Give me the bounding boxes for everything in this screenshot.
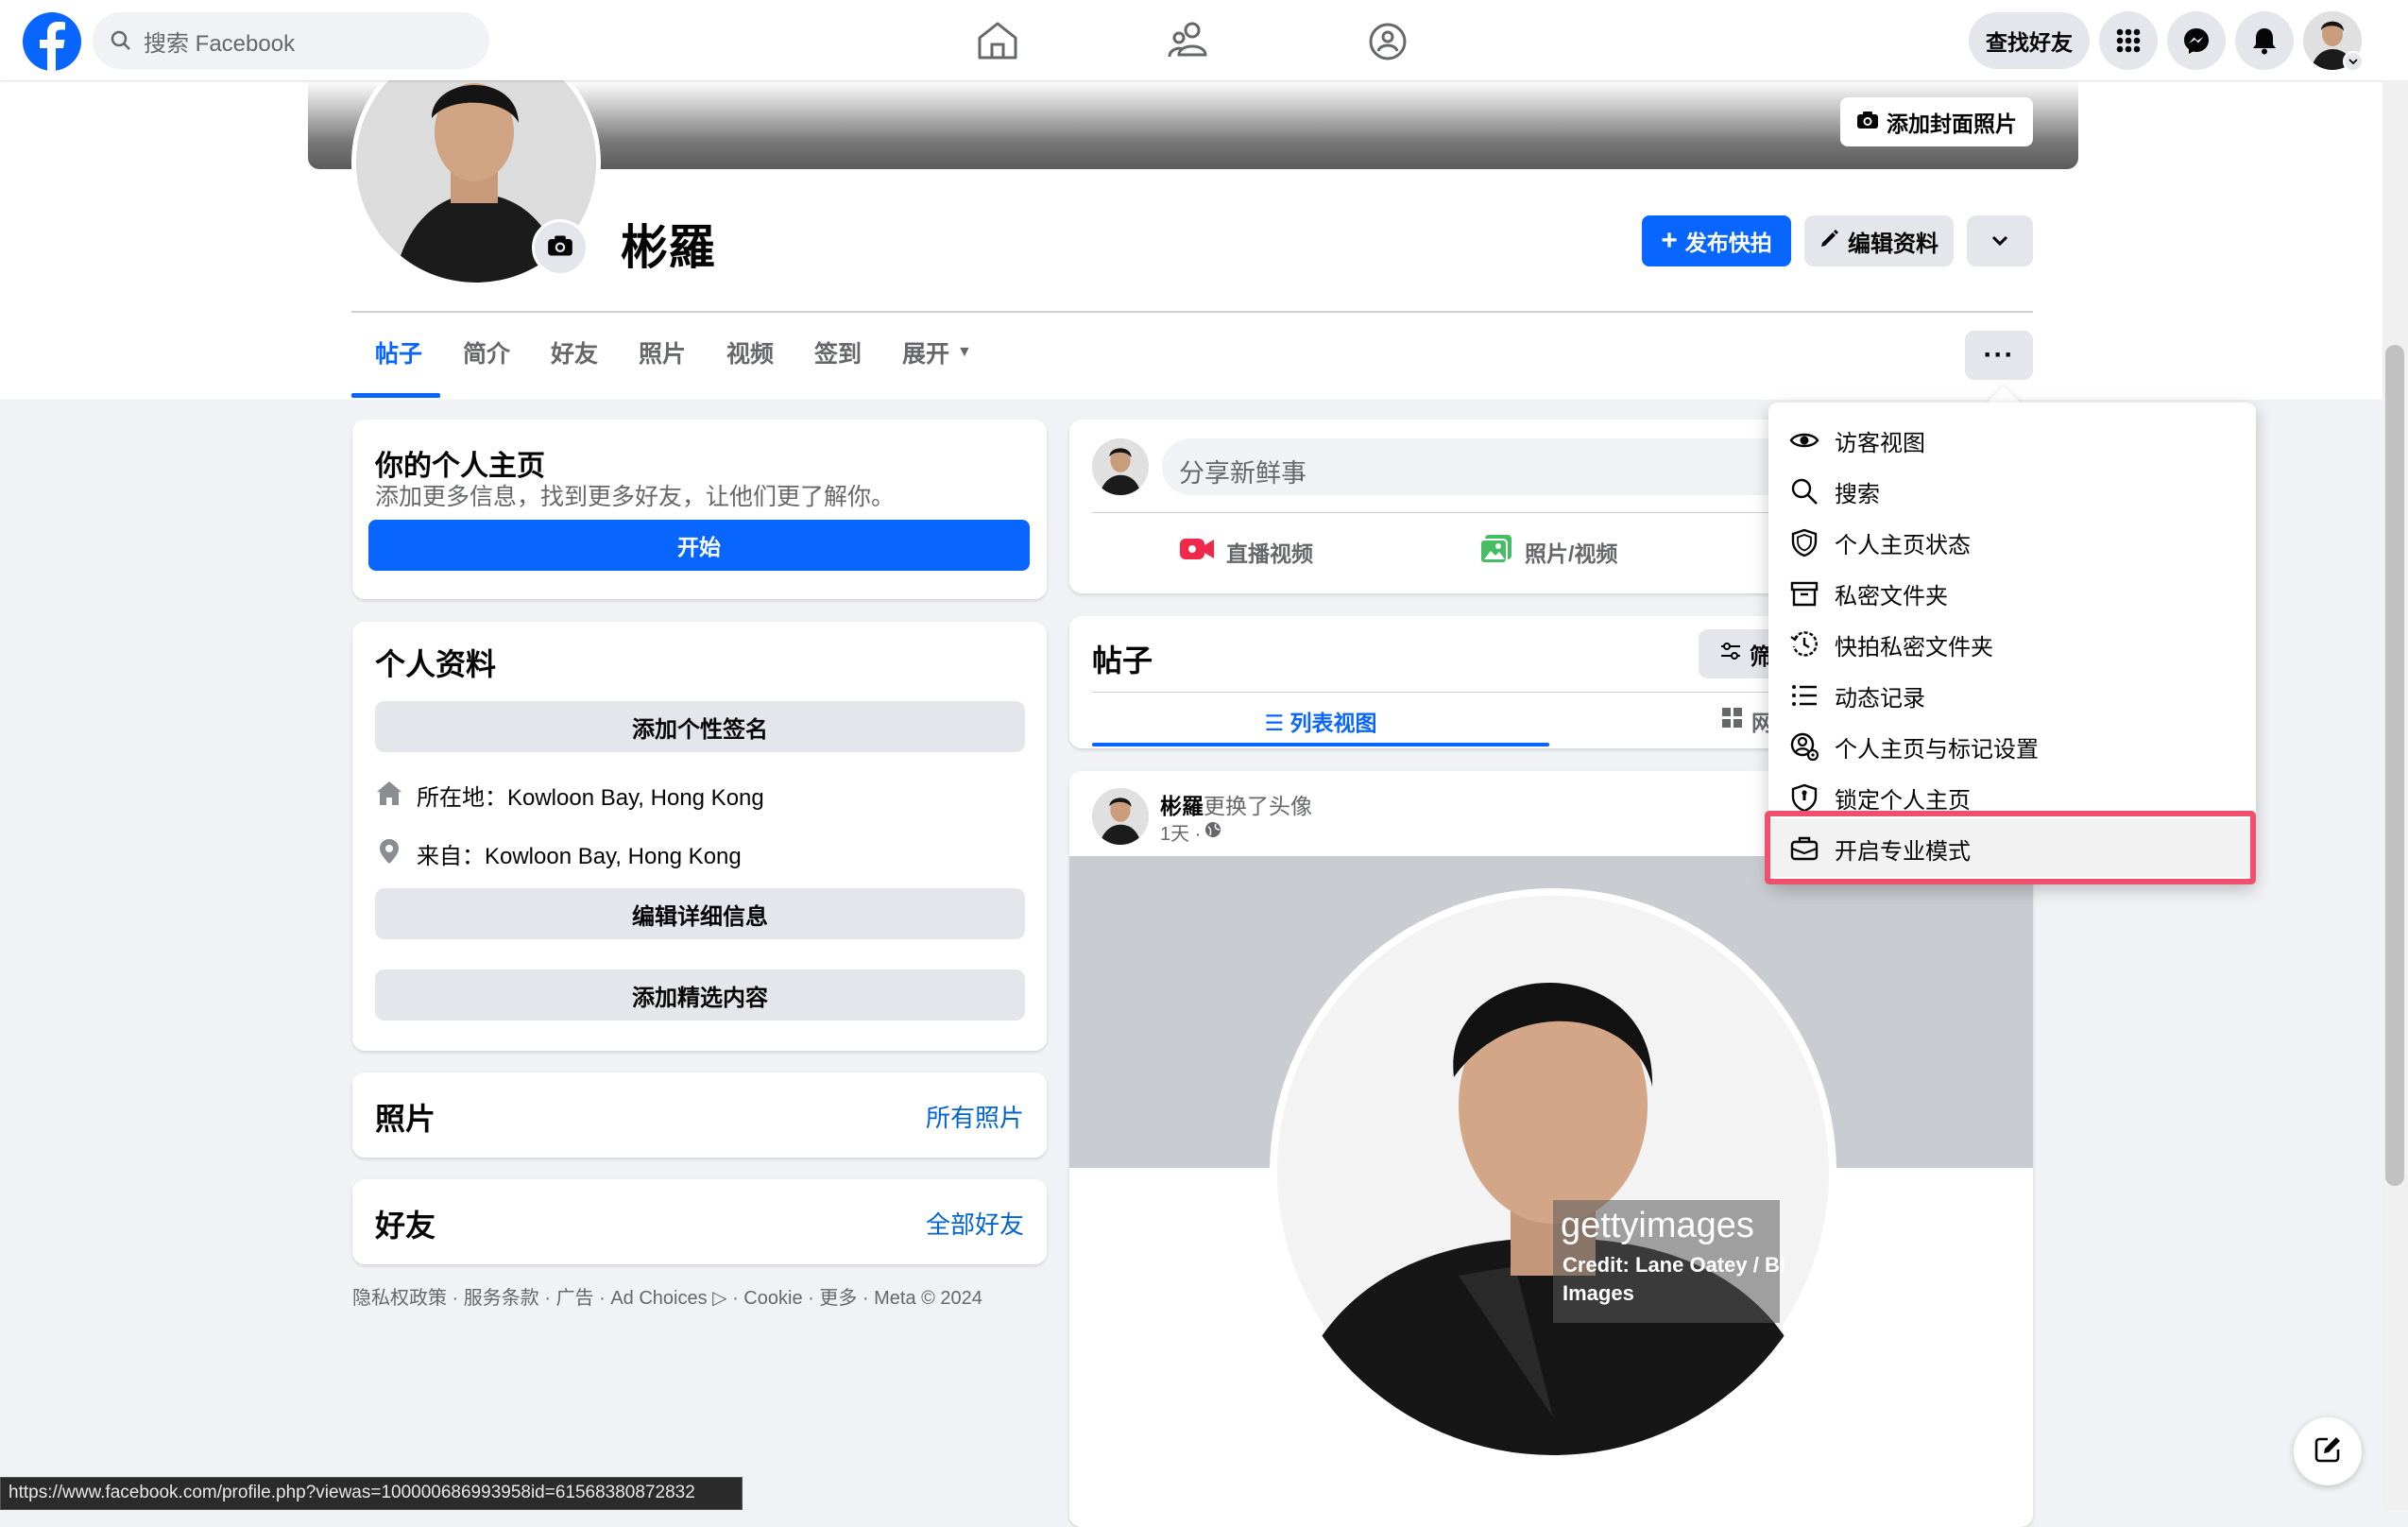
- all-friends-link[interactable]: 全部好友: [926, 1206, 1024, 1241]
- grid-view-tab[interactable]: 网: [1721, 705, 1773, 737]
- lives-in-row: 所在地：Kowloon Bay, Hong Kong: [375, 779, 764, 811]
- personal-details-card: 个人资料 添加个性签名 所在地：Kowloon Bay, Hong Kong 来…: [352, 622, 1047, 1051]
- messenger-icon[interactable]: [2167, 11, 2226, 70]
- watermark-brand: gettyimages: [1561, 1206, 1754, 1245]
- filter-sliders-icon: [1719, 641, 1742, 667]
- add-bio-button[interactable]: 添加个性签名: [375, 701, 1025, 752]
- menu-grid-icon[interactable]: [2099, 11, 2158, 70]
- scrollbar-thumb[interactable]: [2385, 345, 2404, 1186]
- active-tab-underline: [351, 393, 440, 398]
- intro-card: 你的个人主页 添加更多信息，找到更多好友，让他们更了解你。 开始: [352, 420, 1047, 599]
- search-icon: [110, 29, 132, 57]
- search-icon: [1789, 476, 1819, 506]
- list-icon: [1789, 680, 1819, 711]
- photo-video-icon: [1479, 534, 1513, 570]
- photo-video-button[interactable]: 照片/视频: [1479, 531, 1617, 573]
- grid-icon: [1721, 707, 1744, 735]
- add-featured-button[interactable]: 添加精选内容: [375, 969, 1025, 1021]
- friends-card: 好友 全部好友: [352, 1179, 1047, 1264]
- status-url-bar: https://www.facebook.com/profile.php?vie…: [0, 1477, 743, 1510]
- tab-posts[interactable]: 帖子: [375, 335, 422, 369]
- post-profile-photo[interactable]: gettyimages Credit: Lane Oatey / Bl Imag…: [1270, 888, 1836, 1455]
- list-view-underline: [1092, 743, 1549, 746]
- footer-links[interactable]: 隐私权政策 · 服务条款 · 广告 · Ad Choices ▷ · Cooki…: [352, 1282, 982, 1310]
- photos-card: 照片 所有照片: [352, 1072, 1047, 1158]
- post-header-text: 彬羅更换了头像: [1160, 794, 1312, 818]
- new-message-icon: [2313, 1434, 2343, 1469]
- start-button[interactable]: 开始: [368, 520, 1030, 571]
- post-story-button[interactable]: + 发布快拍: [1642, 215, 1791, 266]
- highlight-box: [1765, 811, 2256, 884]
- globe-icon: [1204, 821, 1221, 844]
- add-cover-button[interactable]: 添加封面照片: [1840, 97, 2033, 146]
- notifications-bell-icon[interactable]: [2235, 11, 2294, 70]
- find-friends-button[interactable]: 查找好友: [1969, 12, 2090, 69]
- chevron-down-icon: [1990, 228, 2009, 254]
- composer-avatar[interactable]: [1092, 438, 1149, 495]
- edit-profile-button[interactable]: 编辑资料: [1804, 215, 1954, 266]
- pencil-icon: [1819, 228, 1840, 255]
- post-meta: 1天 ·: [1160, 818, 1221, 846]
- facebook-logo-icon[interactable]: [23, 12, 81, 71]
- avatar-camera-button[interactable]: [532, 219, 589, 276]
- more-profile-actions-button[interactable]: [1967, 215, 2033, 266]
- user-gear-icon: [1789, 731, 1819, 762]
- eye-icon: [1789, 425, 1819, 455]
- nav-friends-icon[interactable]: [1168, 21, 1215, 65]
- ellipsis-icon: ···: [1983, 339, 2015, 370]
- header-divider: [351, 311, 2033, 313]
- plus-icon: +: [1661, 225, 1678, 256]
- live-video-icon: [1179, 536, 1215, 568]
- tab-friends[interactable]: 好友: [551, 335, 598, 369]
- live-video-button[interactable]: 直播视频: [1179, 531, 1313, 573]
- tab-photos[interactable]: 照片: [639, 335, 686, 369]
- nav-groups-icon[interactable]: [1367, 21, 1409, 67]
- archive-icon: [1789, 578, 1819, 609]
- watermark-credit-2: Images: [1563, 1281, 1634, 1305]
- from-row: 来自：Kowloon Bay, Hong Kong: [375, 837, 742, 869]
- search-placeholder: 搜索 Facebook: [144, 30, 296, 57]
- post-author-link[interactable]: 彬羅: [1160, 794, 1204, 818]
- watermark-credit: Credit: Lane Oatey / Bl: [1563, 1253, 1785, 1277]
- tab-videos[interactable]: 视频: [726, 335, 774, 369]
- caret-down-icon: ▼: [957, 344, 972, 360]
- tabs-more-button[interactable]: ···: [1965, 331, 2033, 380]
- tab-checkins[interactable]: 签到: [814, 335, 862, 369]
- compose-message-button[interactable]: [2294, 1417, 2362, 1485]
- photos-title: 照片: [375, 1102, 436, 1136]
- search-box[interactable]: 搜索 Facebook: [93, 12, 489, 69]
- history-icon: [1789, 629, 1819, 660]
- post-timestamp[interactable]: 1天 ·: [1160, 818, 1201, 846]
- lock-shield-icon: [1789, 782, 1819, 813]
- list-view-tab[interactable]: ☰ 列表视图: [1092, 705, 1549, 737]
- camera-icon: [1856, 110, 1879, 135]
- location-pin-icon: [375, 837, 403, 870]
- profile-name: 彬羅: [621, 221, 715, 274]
- post-card: 彬羅更换了头像 1天 · gettyimages Credit: Lane Oa…: [1069, 771, 2033, 1527]
- tab-more[interactable]: 展开 ▼: [902, 335, 972, 369]
- details-title: 个人资料: [375, 647, 497, 681]
- all-photos-link[interactable]: 所有照片: [926, 1099, 1024, 1134]
- nav-home-icon[interactable]: [974, 21, 1021, 65]
- intro-subtitle: 添加更多信息，找到更多好友，让他们更了解你。: [375, 484, 896, 510]
- account-chevron-icon[interactable]: [2343, 51, 2364, 72]
- camera-icon: [547, 234, 573, 262]
- shield-icon: [1789, 527, 1819, 558]
- tab-about[interactable]: 简介: [463, 335, 510, 369]
- posts-title: 帖子: [1092, 643, 1153, 678]
- post-author-avatar[interactable]: [1092, 788, 1149, 845]
- friends-title: 好友: [375, 1209, 436, 1243]
- edit-details-button[interactable]: 编辑详细信息: [375, 888, 1025, 939]
- home-icon: [375, 780, 403, 811]
